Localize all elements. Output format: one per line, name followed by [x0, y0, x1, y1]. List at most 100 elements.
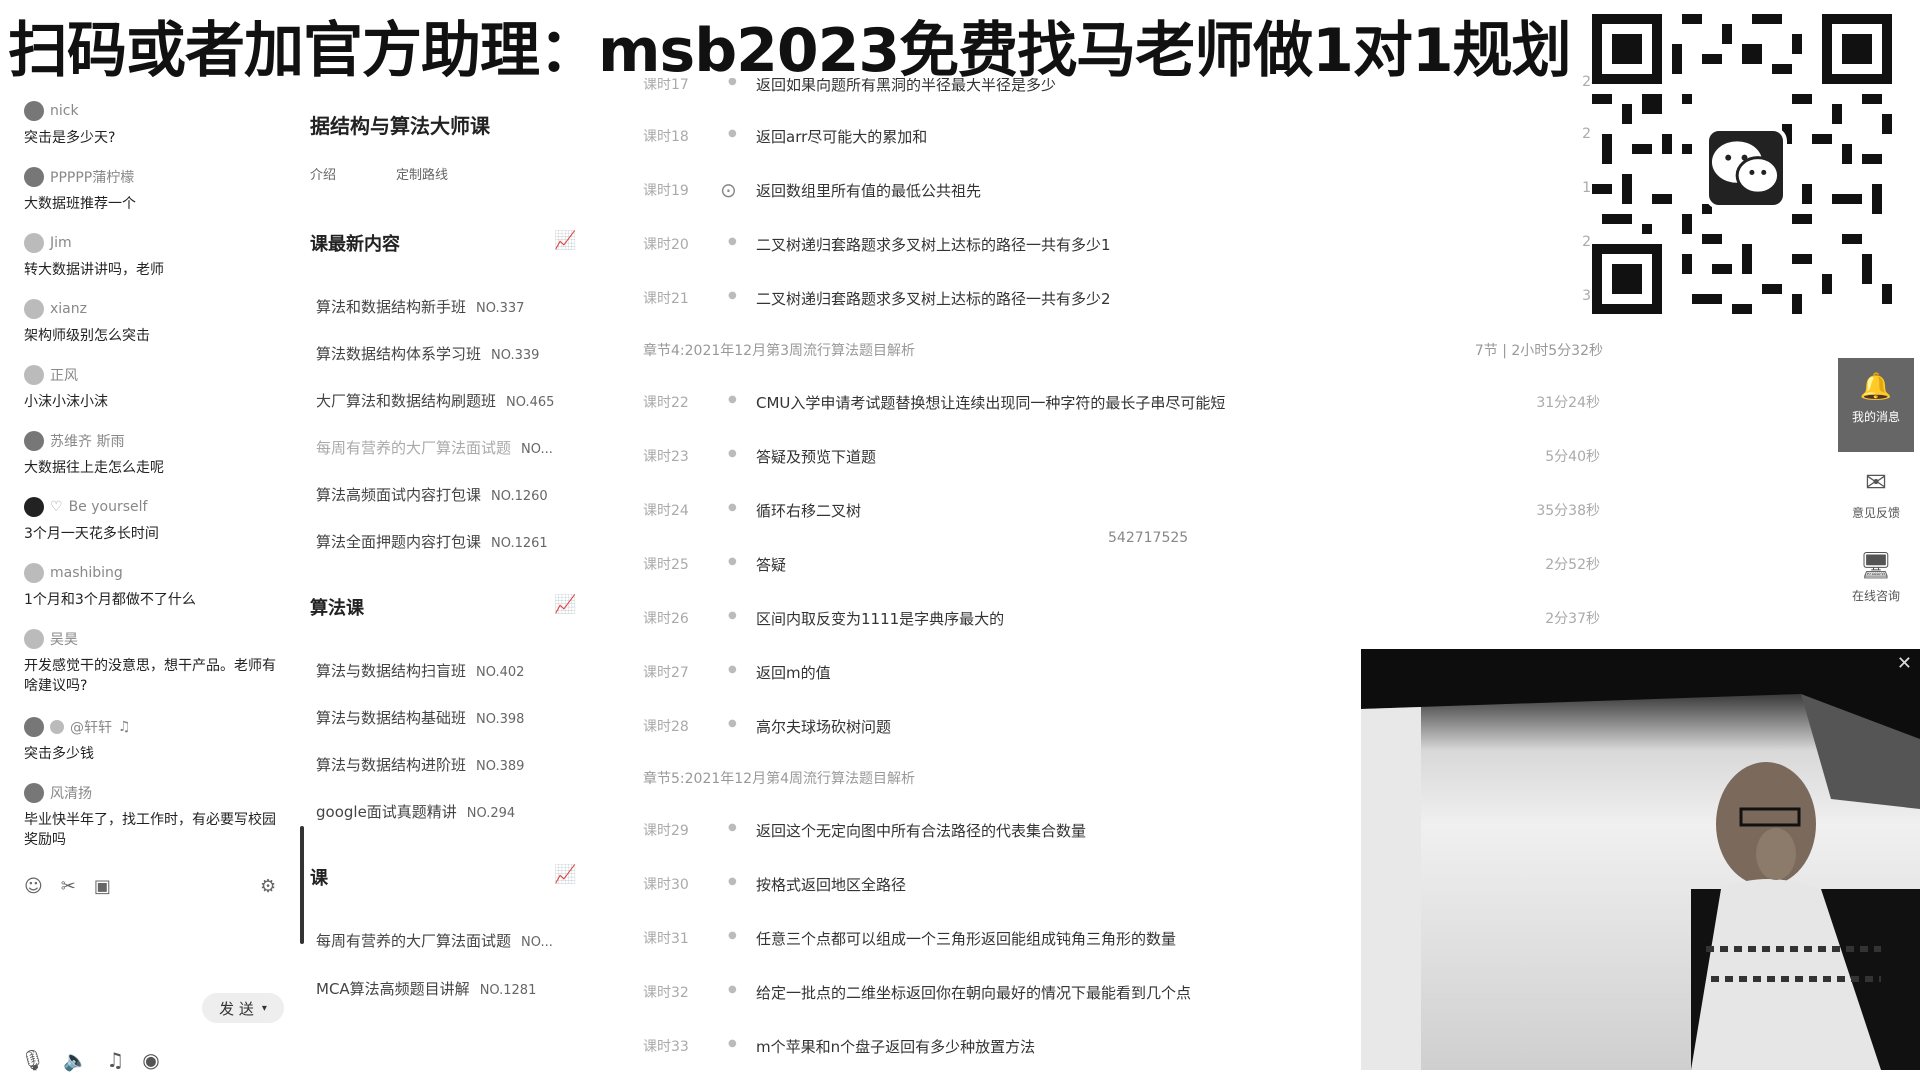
- chat-text: 小沫小沫小沫: [24, 394, 108, 410]
- chat-message: 风清扬 毕业快半年了，找工作时，有必要写校园奖励吗: [24, 782, 286, 850]
- lesson-row[interactable]: 课时20● 二叉树递归套路题求多叉树上达标的路径一共有多少128: [588, 234, 1618, 264]
- lesson-row[interactable]: 课时24 ● 循环右移二叉树 35分38秒: [588, 500, 1618, 530]
- wechat-logo-icon: [1705, 127, 1787, 209]
- microphone-icon[interactable]: 🎙: [20, 1048, 45, 1072]
- course-item[interactable]: 算法全面押题内容打包课 NO.1261: [316, 531, 548, 552]
- chat-message: xianz 架构师级别怎么突击: [24, 298, 286, 346]
- course-item[interactable]: 算法高频面试内容打包课 NO.1260: [316, 484, 548, 505]
- chat-message: mashibing 1个月和3个月都做不了什么: [24, 562, 286, 610]
- feedback-button[interactable]: ✉ 意见反馈: [1838, 468, 1914, 521]
- chat-username: @轩轩: [70, 720, 112, 736]
- chat-message: 苏维齐 斯雨 大数据往上走怎么走呢: [24, 430, 286, 478]
- course-item[interactable]: 算法数据结构体系学习班 NO.339: [316, 343, 539, 364]
- chapter-header[interactable]: 章节4:2021年12月第3周流行算法题目解析 7节 | 2小时5分32秒: [643, 340, 1603, 360]
- chat-text: 3个月一天花多长时间: [24, 526, 159, 542]
- send-button[interactable]: 发 送 ▾: [202, 993, 284, 1023]
- chat-username: Jim: [50, 235, 72, 251]
- lesson-row[interactable]: 课时23 ● 答疑及预览下道题 5分40秒: [588, 446, 1618, 476]
- speaker-icon[interactable]: 🔈: [63, 1048, 88, 1072]
- avatar: [24, 717, 44, 737]
- course-item[interactable]: google面试真题精讲 NO.294: [316, 801, 515, 822]
- course-item[interactable]: 算法和数据结构新手班 NO.337: [316, 296, 524, 317]
- chat-text: 开发感觉干的没意思，想干产品。老师有啥建议吗?: [24, 658, 276, 694]
- chart-icon[interactable]: 📈: [554, 864, 576, 885]
- chat-text: 大数据班推荐一个: [24, 196, 136, 212]
- chat-scrollbar[interactable]: [300, 826, 304, 944]
- monitor-icon: 🖥: [1859, 551, 1893, 581]
- webcam-video: ✕: [1361, 649, 1920, 1070]
- course-item[interactable]: 算法与数据结构进阶班 NO.389: [316, 754, 524, 775]
- side-toolbar: 🔔 我的消息 ✉ 意见反馈 🖥 在线咨询: [1838, 358, 1914, 604]
- course-item[interactable]: 大厂算法和数据结构刷题班 NO.465: [316, 390, 554, 411]
- chat-username: Be yourself: [68, 499, 148, 515]
- avatar: [24, 431, 44, 451]
- course-item[interactable]: 每周有营养的大厂算法面试题 NO...: [316, 437, 553, 458]
- lesson-row[interactable]: 课时26 ● 区间内取反变为1111是字典序最大的 2分37秒: [588, 608, 1618, 638]
- watermark-id: 542717525: [1108, 530, 1189, 546]
- avatar: [24, 299, 44, 319]
- promo-banner: 扫码或者加官方助理：msb2023免费找马老师做1对1规划: [0, 0, 1580, 86]
- presenter-video-frame: [1361, 649, 1920, 1070]
- lesson-row[interactable]: 课时18● 返回arr尽可能大的累加和22: [588, 126, 1618, 156]
- lesson-row[interactable]: 课时21● 二叉树递归套路题求多叉树上达标的路径一共有多少237: [588, 288, 1618, 318]
- course-item[interactable]: 每周有营养的大厂算法面试题 NO...: [316, 930, 553, 951]
- feedback-icon: ✉: [1865, 468, 1887, 498]
- lesson-row[interactable]: 课时25 ● 答疑 2分52秒: [588, 554, 1618, 584]
- chat-text: 突击是多少天?: [24, 130, 116, 146]
- course-tabs: 介绍 定制路线: [310, 164, 448, 183]
- chat-text: 架构师级别怎么突击: [24, 328, 150, 344]
- lesson-row[interactable]: 课时19⊙ 返回数组里所有值的最低公共祖先15: [588, 178, 1618, 210]
- close-icon[interactable]: ✕: [1897, 653, 1912, 674]
- tab-custom-route[interactable]: 定制路线: [396, 164, 448, 183]
- chat-username: 正风: [50, 368, 78, 384]
- section-heading: 课: [310, 868, 328, 889]
- chat-toolbar: ☺ ✂ ▣ ⚙: [24, 876, 276, 897]
- send-label: 发 送: [219, 999, 254, 1018]
- emoji-icon[interactable]: ☺: [24, 876, 43, 897]
- camera-icon[interactable]: ◉: [142, 1048, 159, 1072]
- chat-message: @轩轩 ♫ 突击多少钱: [24, 716, 286, 764]
- chat-message: 正风 小沫小沫小沫: [24, 364, 286, 412]
- avatar: [24, 167, 44, 187]
- chat-username: 风清扬: [50, 786, 92, 802]
- image-icon[interactable]: ▣: [94, 876, 111, 897]
- section-heading: 课最新内容: [310, 234, 400, 255]
- course-item[interactable]: 算法与数据结构扫盲班 NO.402: [316, 660, 524, 681]
- chat-text: 突击多少钱: [24, 746, 94, 762]
- chat-text: 大数据往上走怎么走呢: [24, 460, 164, 476]
- play-icon[interactable]: ⊙: [720, 178, 737, 202]
- chat-username: mashibing: [50, 565, 123, 581]
- settings-icon[interactable]: ⚙: [260, 876, 276, 897]
- lesson-row[interactable]: 课时22 ● CMU入学申请考试题替换想让连续出现同一种字符的最长子串尽可能短 31…: [588, 392, 1618, 422]
- avatar: [24, 563, 44, 583]
- my-messages-button[interactable]: 🔔 我的消息: [1838, 358, 1914, 452]
- avatar: [24, 101, 44, 121]
- course-title: 据结构与算法大师课: [310, 114, 490, 138]
- course-item[interactable]: MCA算法高频题目讲解 NO.1281: [316, 978, 536, 999]
- online-consult-button[interactable]: 🖥 在线咨询: [1838, 551, 1914, 604]
- avatar: [24, 497, 44, 517]
- chat-username: nick: [50, 103, 79, 119]
- side-tool-label: 我的消息: [1851, 410, 1900, 424]
- avatar: [24, 365, 44, 385]
- section-heading: 算法课: [310, 598, 364, 619]
- chat-username: 苏维齐 斯雨: [50, 434, 125, 450]
- side-tool-label: 意见反馈: [1851, 506, 1900, 520]
- chat-message: nick 突击是多少天?: [24, 100, 286, 148]
- chevron-down-icon[interactable]: ▾: [262, 1003, 267, 1014]
- tab-intro[interactable]: 介绍: [310, 164, 336, 183]
- avatar: [24, 629, 44, 649]
- heart-icon: ♡: [50, 499, 63, 515]
- course-item[interactable]: 算法与数据结构基础班 NO.398: [316, 707, 524, 728]
- chart-icon[interactable]: 📈: [554, 230, 576, 251]
- bell-icon: 🔔: [1859, 372, 1893, 402]
- chart-icon[interactable]: 📈: [554, 594, 576, 615]
- chat-text: 毕业快半年了，找工作时，有必要写校园奖励吗: [24, 812, 276, 848]
- chat-text: 1个月和3个月都做不了什么: [24, 592, 196, 608]
- music-icon[interactable]: ♫: [106, 1048, 124, 1072]
- avatar: [24, 233, 44, 253]
- scissors-icon[interactable]: ✂: [61, 876, 76, 897]
- media-toolbar: 🎙 🔈 ♫ ◉: [20, 1048, 160, 1072]
- side-tool-label: 在线咨询: [1851, 589, 1900, 603]
- course-sidebar: 据结构与算法大师课 介绍 定制路线 课最新内容 📈 算法和数据结构新手班 NO.3…: [306, 78, 588, 1080]
